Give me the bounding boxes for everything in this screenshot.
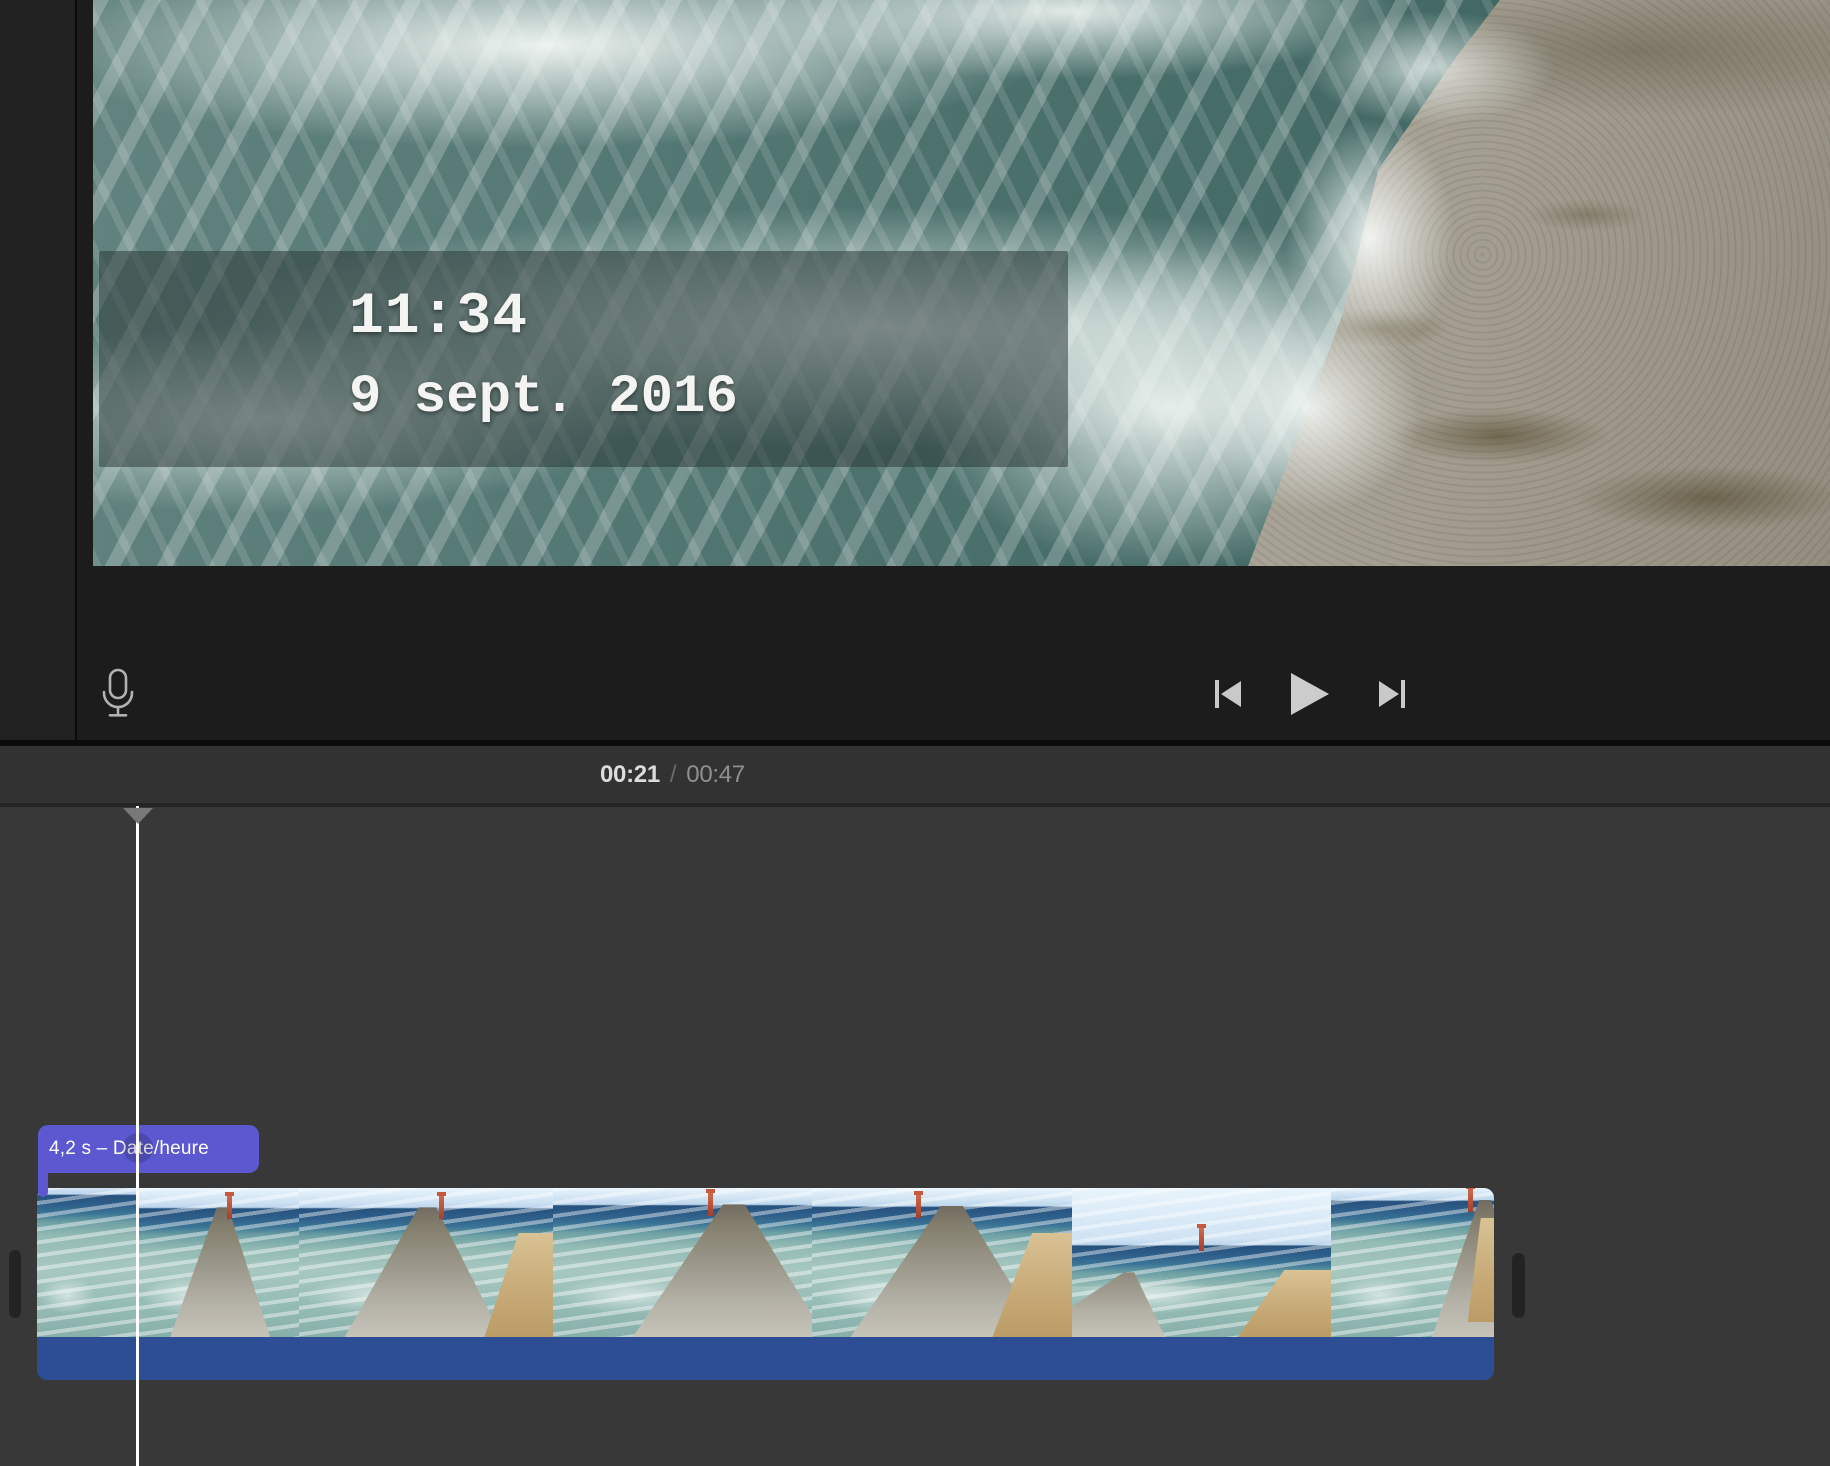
timeline[interactable]: 4,2 s – Date/heure xyxy=(0,806,1830,1466)
timecode-current: 00:21 xyxy=(600,760,660,788)
video-clip[interactable] xyxy=(37,1188,1494,1380)
jetty-image xyxy=(1072,1272,1166,1337)
imovie-window: 11:34 9 sept. 2016 00:21 / 00:47 4,2 s –… xyxy=(0,0,1830,1466)
sand-image xyxy=(1237,1269,1331,1337)
clip-thumbnail xyxy=(812,1188,1072,1337)
clip-filmstrip xyxy=(37,1188,1494,1337)
clip-thumbnail xyxy=(1331,1188,1494,1337)
audio-waveform-bar[interactable] xyxy=(37,1337,1494,1380)
play-icon xyxy=(1290,672,1330,719)
timecode-bar: 00:21 / 00:47 xyxy=(0,746,1830,803)
beacon-image xyxy=(1196,1223,1206,1251)
skip-to-end-icon xyxy=(1376,679,1410,712)
datetime-title-overlay: 11:34 9 sept. 2016 xyxy=(99,251,1068,467)
clip-thumbnail xyxy=(37,1188,138,1337)
video-preview: 11:34 9 sept. 2016 xyxy=(93,0,1830,566)
microphone-icon xyxy=(96,668,140,723)
beacon-image xyxy=(224,1192,234,1220)
clip-thumbnail xyxy=(299,1188,553,1337)
overlay-date-text: 9 sept. 2016 xyxy=(349,367,738,428)
jetty-image xyxy=(632,1204,812,1337)
left-sidebar xyxy=(0,0,75,740)
clip-thumbnail xyxy=(1072,1188,1331,1337)
skip-to-start-button[interactable] xyxy=(1210,679,1244,712)
clip-thumbnail xyxy=(553,1188,812,1337)
beacon-image xyxy=(436,1192,446,1220)
beacon-image xyxy=(706,1189,716,1217)
overlay-time-text: 11:34 xyxy=(349,285,529,350)
voiceover-record-button[interactable] xyxy=(96,668,140,720)
clip-thumbnail xyxy=(138,1188,299,1337)
timecode-display: 00:21 / 00:47 xyxy=(600,761,745,789)
trim-handle-right[interactable] xyxy=(1512,1253,1525,1318)
skip-to-start-icon xyxy=(1210,679,1244,712)
beacon-image xyxy=(914,1190,923,1218)
playhead[interactable] xyxy=(136,806,139,1466)
jetty-image xyxy=(170,1207,271,1337)
sidebar-divider[interactable] xyxy=(75,0,77,740)
beacon-image xyxy=(1465,1188,1475,1212)
play-button[interactable] xyxy=(1290,672,1330,719)
timecode-total: 00:47 xyxy=(686,760,745,788)
timecode-separator: / xyxy=(669,760,677,788)
skip-to-end-button[interactable] xyxy=(1376,679,1410,712)
trim-handle-left[interactable] xyxy=(9,1250,21,1318)
playhead-handle[interactable] xyxy=(123,808,153,824)
transport-controls xyxy=(1210,668,1410,722)
viewer-pane: 11:34 9 sept. 2016 xyxy=(0,0,1830,740)
